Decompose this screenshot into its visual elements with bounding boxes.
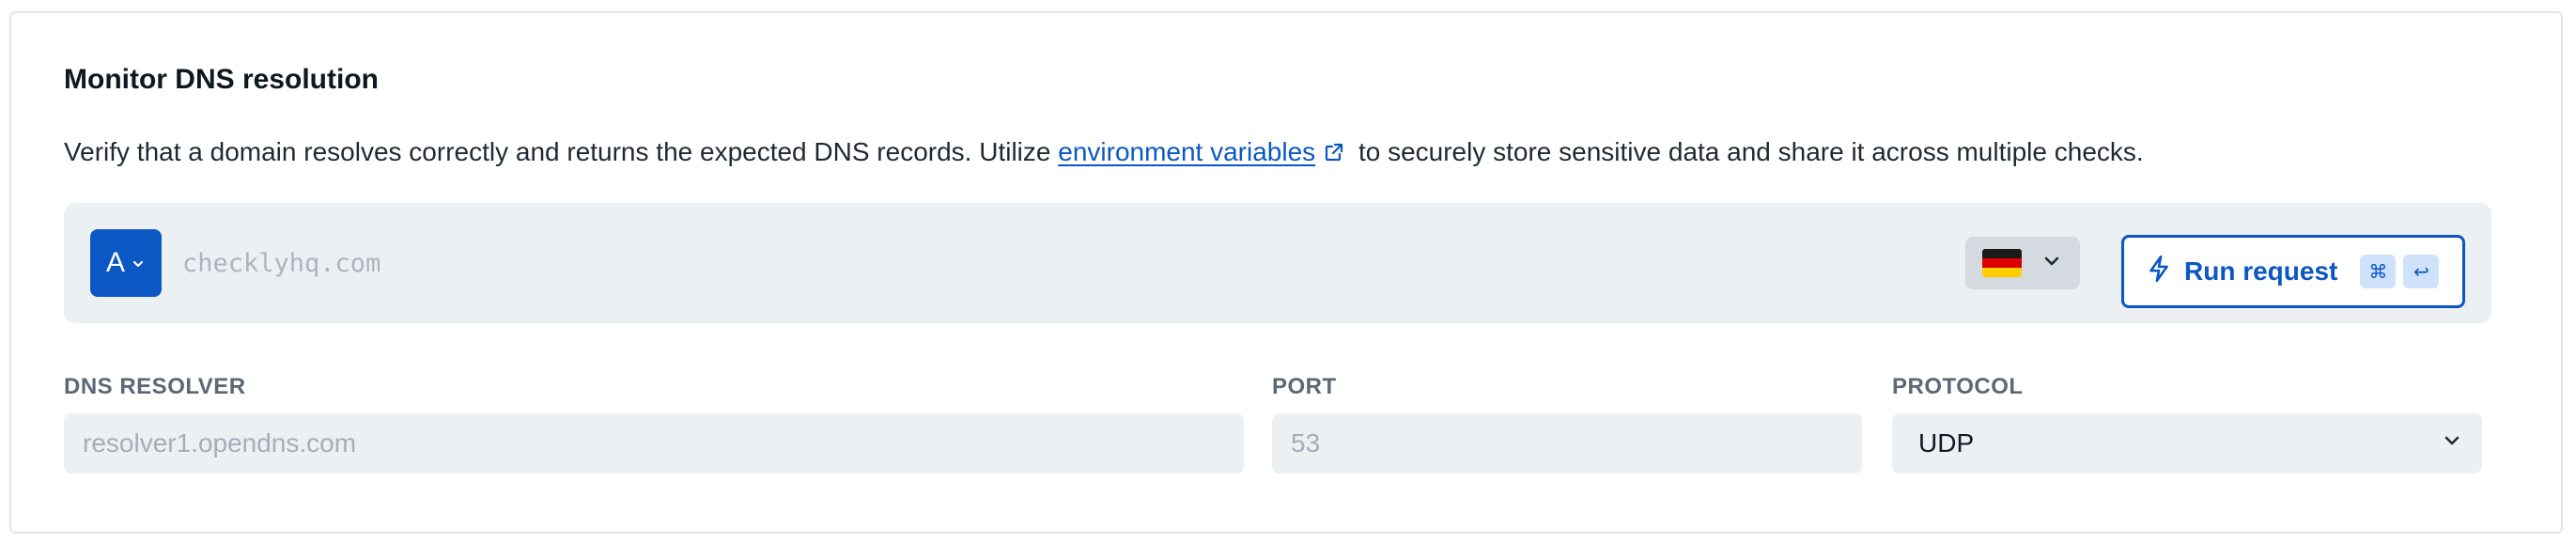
description-text-after: to securely store sensitive data and sha… [1351, 137, 2144, 166]
chevron-down-icon [131, 247, 146, 279]
run-request-button[interactable]: Run request ⌘ ↩ [2121, 235, 2465, 308]
protocol-label: PROTOCOL [1892, 374, 2024, 399]
dns-resolver-label: DNS RESOLVER [64, 374, 246, 399]
command-key-icon: ⌘ [2360, 255, 2397, 288]
record-type-dropdown[interactable]: A [90, 229, 162, 297]
region-selector[interactable] [1965, 237, 2080, 289]
chevron-down-icon [2041, 250, 2063, 277]
run-request-label: Run request [2184, 256, 2338, 286]
request-bar: A Run request ⌘ ↩ [64, 203, 2491, 323]
chevron-down-icon [2441, 428, 2463, 458]
dns-monitor-card: Monitor DNS resolution Verify that a dom… [9, 11, 2563, 534]
lightning-icon [2147, 255, 2171, 289]
environment-variables-link[interactable]: environment variables [1058, 137, 1315, 166]
port-input[interactable] [1272, 413, 1862, 473]
protocol-select[interactable]: UDP [1892, 413, 2482, 473]
record-type-label: A [105, 247, 125, 278]
germany-flag-icon [1982, 249, 2022, 277]
section-title: Monitor DNS resolution [64, 64, 379, 95]
port-label: PORT [1272, 374, 1337, 399]
enter-key-icon: ↩ [2403, 255, 2440, 288]
external-link-icon [1323, 140, 1345, 170]
protocol-value: UDP [1918, 428, 1975, 458]
description-text-before: Verify that a domain resolves correctly … [64, 137, 1059, 166]
domain-input[interactable] [169, 229, 1933, 297]
section-description: Verify that a domain resolves correctly … [64, 137, 2144, 170]
dns-resolver-input[interactable] [64, 413, 1244, 473]
